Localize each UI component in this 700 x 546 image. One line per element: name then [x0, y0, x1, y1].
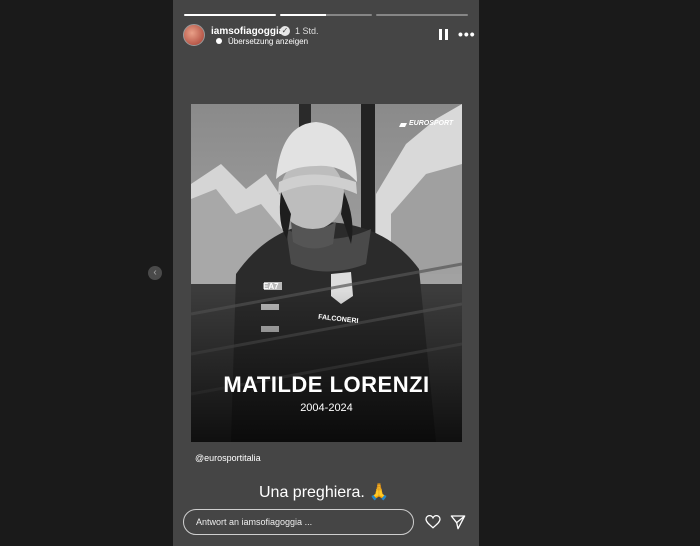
story-progress-bar: [184, 14, 468, 16]
story-caption: Una preghiera. 🙏: [259, 484, 390, 501]
memorial-years: 2004-2024: [300, 402, 353, 414]
progress-segment: [280, 14, 372, 16]
jacket-logo-ea7: EA7: [263, 282, 279, 291]
translate-icon: [216, 38, 222, 44]
post-time: 1 Std.: [295, 26, 319, 36]
reply-input-wrapper[interactable]: [183, 509, 414, 535]
send-icon[interactable]: [450, 514, 466, 530]
pause-icon: [445, 29, 448, 40]
story-viewer: iamsofiagoggia ✓ 1 Std. Übersetzung anze…: [173, 0, 479, 546]
more-options-icon[interactable]: •••: [458, 26, 476, 42]
avatar[interactable]: [183, 24, 205, 46]
username[interactable]: iamsofiagoggia: [211, 26, 284, 37]
story-header: iamsofiagoggia ✓ 1 Std. Übersetzung anze…: [183, 22, 475, 48]
show-translation-link[interactable]: Übersetzung anzeigen: [228, 37, 308, 46]
previous-story-button[interactable]: ‹: [148, 266, 162, 280]
progress-segment: [184, 14, 276, 16]
memorial-name: MATILDE LORENZI: [223, 372, 430, 397]
heart-icon[interactable]: [425, 515, 441, 529]
mention-sticker[interactable]: @eurosportitalia: [195, 453, 261, 463]
story-photo: EUROSPORT EA7 FALCONERI MATILDE LORENZI …: [191, 104, 462, 442]
eurosport-logo: EUROSPORT: [409, 120, 454, 127]
pause-icon: [439, 29, 442, 40]
pause-button[interactable]: [439, 29, 449, 40]
verified-icon: ✓: [280, 26, 290, 36]
progress-segment: [376, 14, 468, 16]
chevron-left-icon: ‹: [153, 267, 157, 278]
reply-input[interactable]: [184, 510, 413, 534]
